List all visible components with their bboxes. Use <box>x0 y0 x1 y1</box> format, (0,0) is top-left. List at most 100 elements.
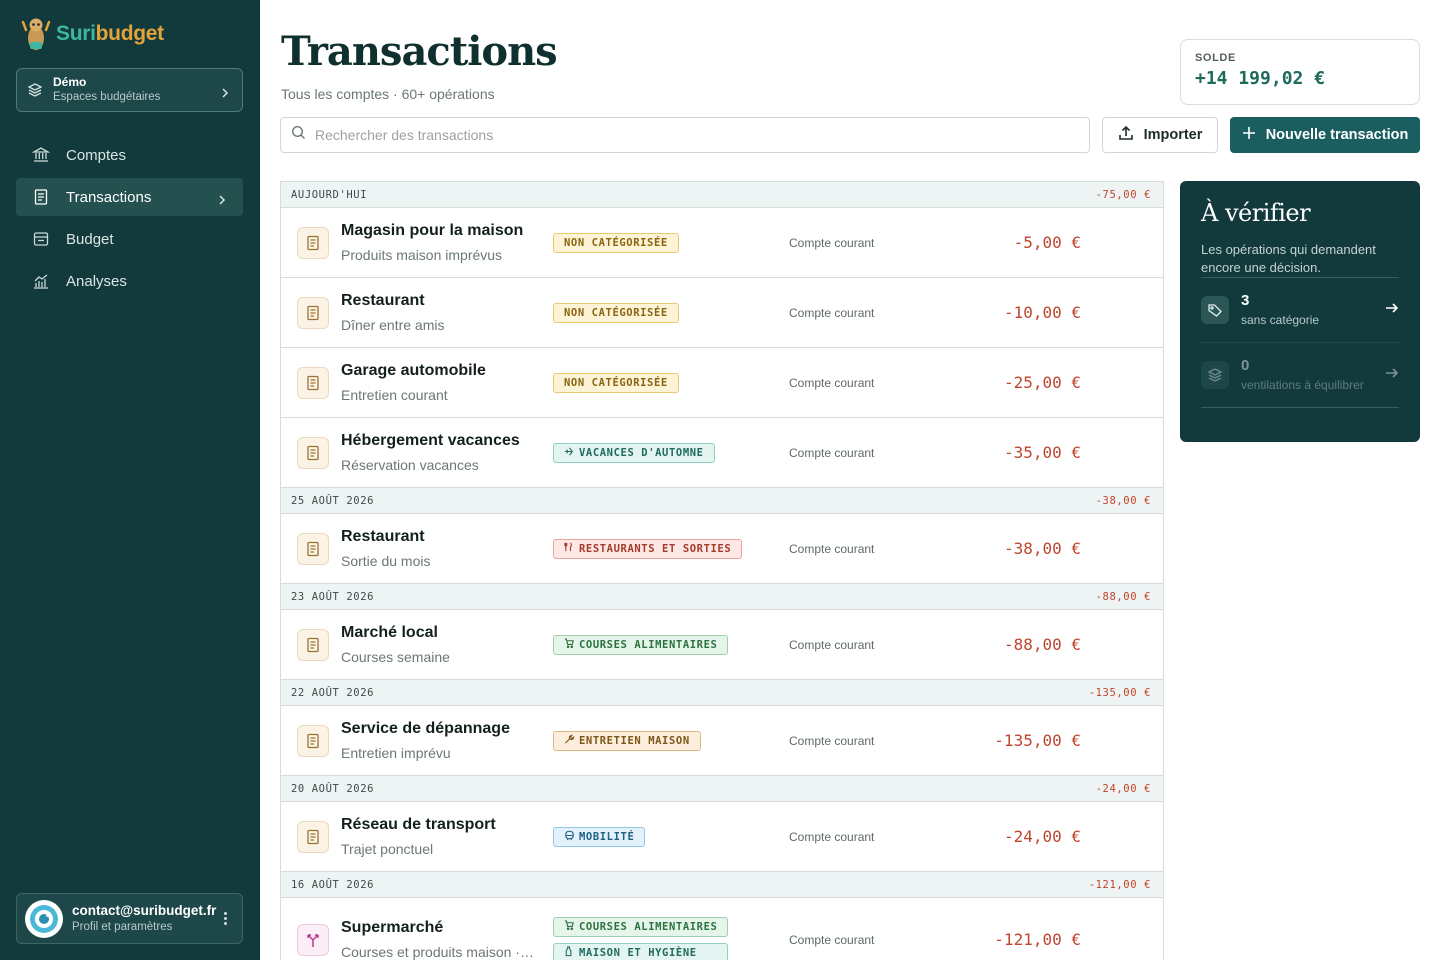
receipt-icon <box>297 226 329 259</box>
group-date: 20 AOÛT 2026 <box>291 782 375 795</box>
transaction-subtitle: Dîner entre amis <box>341 317 445 333</box>
review-item-uncategorized[interactable]: 3 sans catégorie <box>1201 277 1399 342</box>
transaction-row[interactable]: Restaurant Sortie du mois RESTAURANTS ET… <box>281 514 1163 584</box>
group-date: 16 AOÛT 2026 <box>291 878 375 891</box>
date-group-header: 22 AOÛT 2026 -135,00 € <box>281 680 1163 706</box>
transaction-subtitle: Sortie du mois <box>341 553 431 569</box>
review-title: À vérifier <box>1201 199 1311 227</box>
sidebar: Suribudget Démo Espaces budgétaires Comp… <box>0 0 260 960</box>
transaction-row[interactable]: Magasin pour la maison Produits maison i… <box>281 208 1163 278</box>
balance-value: +14 199,02 € <box>1195 68 1326 89</box>
meerkat-logo-icon <box>20 16 52 52</box>
category-tag[interactable]: RESTAURANTS ET SORTIES <box>553 538 743 559</box>
chevron-right-icon <box>217 192 227 205</box>
category-tags: VACANCES D'AUTOMNE <box>553 442 715 463</box>
nav-label: Analyses <box>66 272 127 290</box>
category-tag-label: VACANCES D'AUTOMNE <box>579 446 704 459</box>
cart-icon <box>564 919 575 934</box>
transaction-subtitle: Trajet ponctuel <box>341 841 434 857</box>
receipt-icon <box>297 724 329 757</box>
profile-menu[interactable]: contact@suribudget.fr Profil et paramètr… <box>16 893 243 944</box>
main-nav: Comptes Transactions Budget Analyses <box>16 136 243 304</box>
category-tag[interactable]: MAISON ET HYGIÈNE <box>553 942 729 960</box>
review-item-splits[interactable]: 0 ventilations à équilibrer <box>1201 342 1399 407</box>
category-tag-label: NON CATÉGORISÉE <box>564 236 668 249</box>
transaction-row[interactable]: Marché local Courses semaine COURSES ALI… <box>281 610 1163 680</box>
search-input[interactable] <box>315 127 1079 143</box>
transaction-title: Restaurant <box>341 528 425 545</box>
nav-item-analyses[interactable]: Analyses <box>16 262 243 300</box>
bank-icon <box>32 146 50 164</box>
chevron-right-icon <box>220 85 230 98</box>
category-tag[interactable]: COURSES ALIMENTAIRES <box>553 634 729 655</box>
transaction-row[interactable]: Réseau de transport Trajet ponctuel MOBI… <box>281 802 1163 872</box>
avatar <box>25 899 63 938</box>
transaction-account: Compte courant <box>789 733 875 748</box>
group-date: 22 AOÛT 2026 <box>291 686 375 699</box>
cart-icon <box>564 637 575 652</box>
category-tag-label: MOBILITÉ <box>579 830 635 843</box>
workspace-subtitle: Espaces budgétaires <box>53 91 161 103</box>
category-tag[interactable]: NON CATÉGORISÉE <box>553 302 679 323</box>
nav-item-budget[interactable]: Budget <box>16 220 243 258</box>
transaction-amount: -10,00 € <box>1003 303 1081 322</box>
balance-card: SOLDE +14 199,02 € <box>1180 39 1420 105</box>
page-title: Transactions <box>281 28 558 75</box>
category-tags: NON CATÉGORISÉE <box>553 232 679 253</box>
tag-icon <box>1201 296 1229 324</box>
workspace-name: Démo <box>53 75 87 89</box>
category-tag[interactable]: NON CATÉGORISÉE <box>553 372 679 393</box>
review-count: 3 <box>1241 292 1250 309</box>
transaction-row[interactable]: Hébergement vacances Réservation vacance… <box>281 418 1163 488</box>
transaction-title: Hébergement vacances <box>341 432 520 449</box>
nav-label: Comptes <box>66 146 127 164</box>
transaction-title: Garage automobile <box>341 362 486 379</box>
category-tag[interactable]: ENTRETIEN MAISON <box>553 730 701 751</box>
transaction-row[interactable]: Service de dépannage Entretien imprévu E… <box>281 706 1163 776</box>
profile-email: contact@suribudget.fr <box>72 903 217 918</box>
review-label: sans catégorie <box>1241 313 1320 327</box>
group-date: 23 AOÛT 2026 <box>291 590 375 603</box>
transaction-amount: -121,00 € <box>994 930 1081 949</box>
category-tag[interactable]: NON CATÉGORISÉE <box>553 232 679 253</box>
transaction-subtitle: Courses et produits maison · ventilé <box>341 944 537 960</box>
search-box[interactable] <box>280 117 1090 153</box>
transaction-amount: -135,00 € <box>994 731 1081 750</box>
nav-item-transactions[interactable]: Transactions <box>16 178 243 216</box>
transaction-title: Restaurant <box>341 292 425 309</box>
nav-item-comptes[interactable]: Comptes <box>16 136 243 174</box>
transaction-row[interactable]: Restaurant Dîner entre amis NON CATÉGORI… <box>281 278 1163 348</box>
category-tag-label: NON CATÉGORISÉE <box>564 376 668 389</box>
transaction-row[interactable]: Supermarché Courses et produits maison ·… <box>281 898 1163 960</box>
transaction-subtitle: Entretien courant <box>341 387 448 403</box>
profile-subtitle: Profil et paramètres <box>72 921 173 933</box>
receipt-icon <box>297 296 329 329</box>
category-tag[interactable]: MOBILITÉ <box>553 826 646 847</box>
category-tag[interactable]: COURSES ALIMENTAIRES <box>553 916 729 937</box>
receipt-icon <box>297 436 329 469</box>
date-group-header: 16 AOÛT 2026 -121,00 € <box>281 872 1163 898</box>
category-tag-label: COURSES ALIMENTAIRES <box>579 638 718 651</box>
wallet-icon <box>32 230 50 248</box>
transaction-subtitle: Courses semaine <box>341 649 450 665</box>
transaction-title: Service de dépannage <box>341 720 510 737</box>
workspace-switcher[interactable]: Démo Espaces budgétaires <box>16 68 243 112</box>
import-button[interactable]: Importer <box>1102 117 1218 153</box>
fork-knife-icon <box>564 542 575 556</box>
app-logo[interactable]: Suribudget <box>20 14 164 54</box>
transaction-row[interactable]: Garage automobile Entretien courant NON … <box>281 348 1163 418</box>
more-options-icon[interactable] <box>218 911 232 927</box>
new-transaction-button[interactable]: Nouvelle transaction <box>1230 117 1420 153</box>
transaction-subtitle: Réservation vacances <box>341 457 479 473</box>
transaction-subtitle: Produits maison imprévus <box>341 247 503 263</box>
transaction-title: Magasin pour la maison <box>341 222 524 239</box>
date-group-header: 25 AOÛT 2026 -38,00 € <box>281 488 1163 514</box>
category-tag-label: MAISON ET HYGIÈNE <box>579 946 697 959</box>
transaction-list: AUJOURD'HUI -75,00 € Magasin pour la mai… <box>280 181 1164 960</box>
home-bottle-icon <box>564 945 575 960</box>
transaction-account: Compte courant <box>789 375 875 390</box>
category-tag[interactable]: VACANCES D'AUTOMNE <box>553 442 715 463</box>
category-tags: MOBILITÉ <box>553 826 646 847</box>
transaction-amount: -38,00 € <box>1003 539 1081 558</box>
layers-icon <box>27 82 43 98</box>
